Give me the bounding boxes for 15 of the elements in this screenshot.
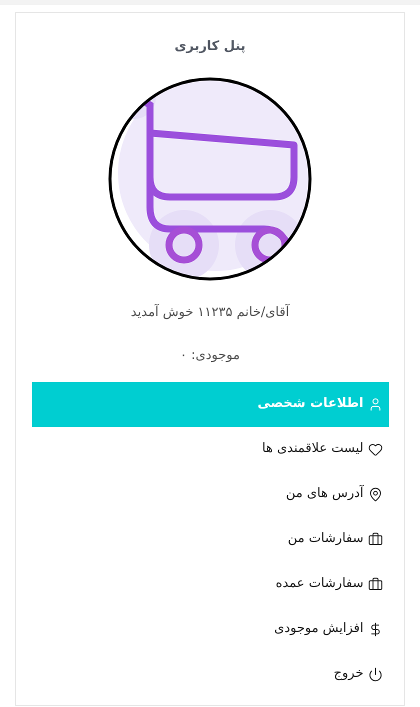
balance-text: موجودی: ۰ (180, 347, 240, 365)
briefcase-icon (368, 576, 382, 592)
power-icon (368, 666, 382, 682)
user-icon (368, 396, 382, 412)
menu-item[interactable]: خروج (32, 652, 388, 696)
briefcase-icon (368, 532, 382, 546)
map-pin-icon (368, 486, 382, 502)
welcome-text: آقای/خانم ۱۱۲۳۵ خوش آمدید (130, 302, 290, 322)
menu-item[interactable]: افزایش موجودی (32, 606, 388, 652)
heart-icon (368, 442, 382, 456)
panel-title: پنل کاربری (174, 38, 246, 56)
menu-item[interactable]: آدرس های من (32, 472, 388, 516)
menu-item[interactable]: لیست علاقمندی ها (32, 426, 388, 472)
menu-item[interactable]: سفارشات عمده (32, 562, 388, 606)
menu-item[interactable]: سفارشات من (32, 516, 388, 562)
